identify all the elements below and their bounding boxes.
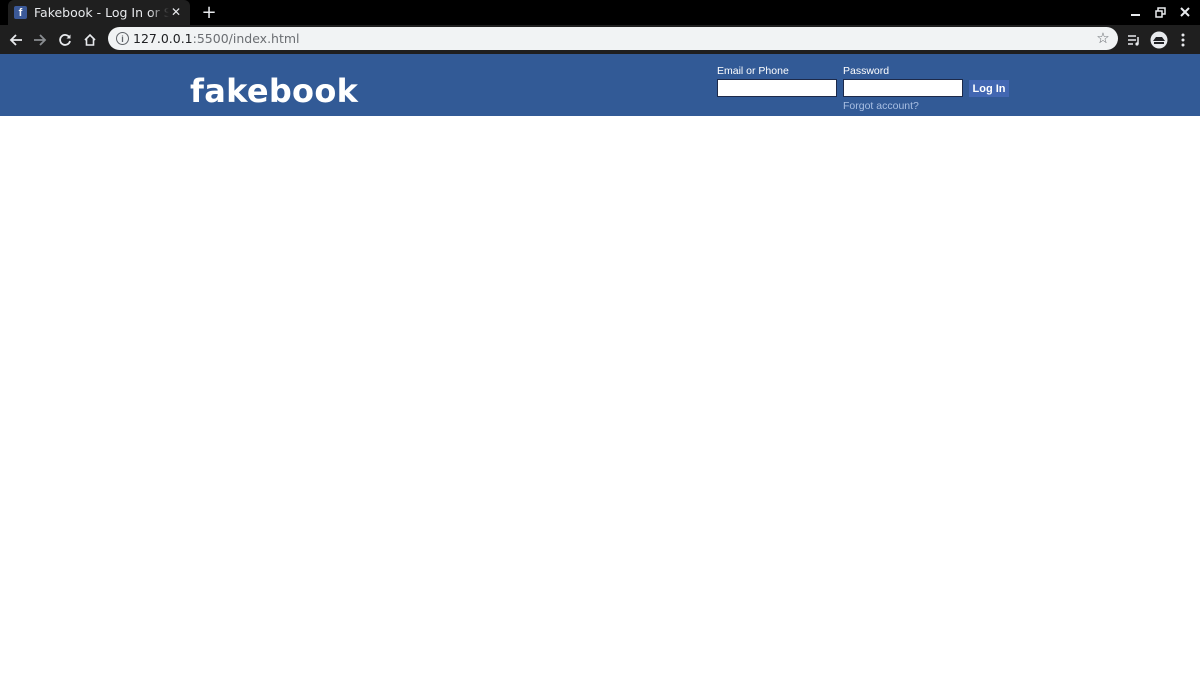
password-label: Password [843, 65, 890, 77]
home-icon[interactable] [80, 30, 100, 50]
site-header: fakebook Email or Phone Password Log In … [0, 54, 1200, 116]
back-icon[interactable] [6, 30, 26, 50]
email-input[interactable] [717, 79, 837, 97]
url-path: :5500/index.html [192, 31, 300, 46]
menu-icon[interactable] [1173, 30, 1193, 50]
restore-icon[interactable] [1152, 4, 1168, 20]
info-icon[interactable]: i [116, 32, 129, 45]
address-bar[interactable]: i 127.0.0.1:5500/index.html ☆ [108, 27, 1118, 50]
tab-close-icon[interactable]: ✕ [168, 4, 184, 20]
fakebook-favicon-icon: f [14, 6, 27, 19]
browser-toolbar: i 127.0.0.1:5500/index.html ☆ [0, 25, 1200, 54]
url-host: 127.0.0.1 [133, 31, 193, 46]
media-control-icon[interactable] [1124, 30, 1144, 50]
minimize-icon[interactable] [1128, 4, 1144, 20]
new-tab-button[interactable]: + [199, 2, 219, 23]
profile-icon[interactable] [1149, 30, 1169, 50]
site-logo[interactable]: fakebook [190, 72, 358, 110]
close-window-icon[interactable] [1177, 4, 1193, 20]
url-text: 127.0.0.1:5500/index.html [133, 31, 300, 46]
login-button[interactable]: Log In [969, 80, 1009, 97]
page-body [0, 116, 1200, 676]
password-input[interactable] [843, 79, 963, 97]
browser-tab[interactable]: f Fakebook - Log In or Sign Up ✕ [8, 0, 190, 25]
reload-icon[interactable] [55, 30, 75, 50]
star-icon[interactable]: ☆ [1095, 29, 1111, 47]
forward-icon[interactable] [30, 30, 50, 50]
forgot-account-link[interactable]: Forgot account? [843, 100, 919, 112]
browser-tab-strip: f Fakebook - Log In or Sign Up ✕ + [0, 0, 1200, 25]
tab-title: Fakebook - Log In or Sign Up [34, 5, 169, 20]
email-label: Email or Phone [717, 65, 789, 77]
